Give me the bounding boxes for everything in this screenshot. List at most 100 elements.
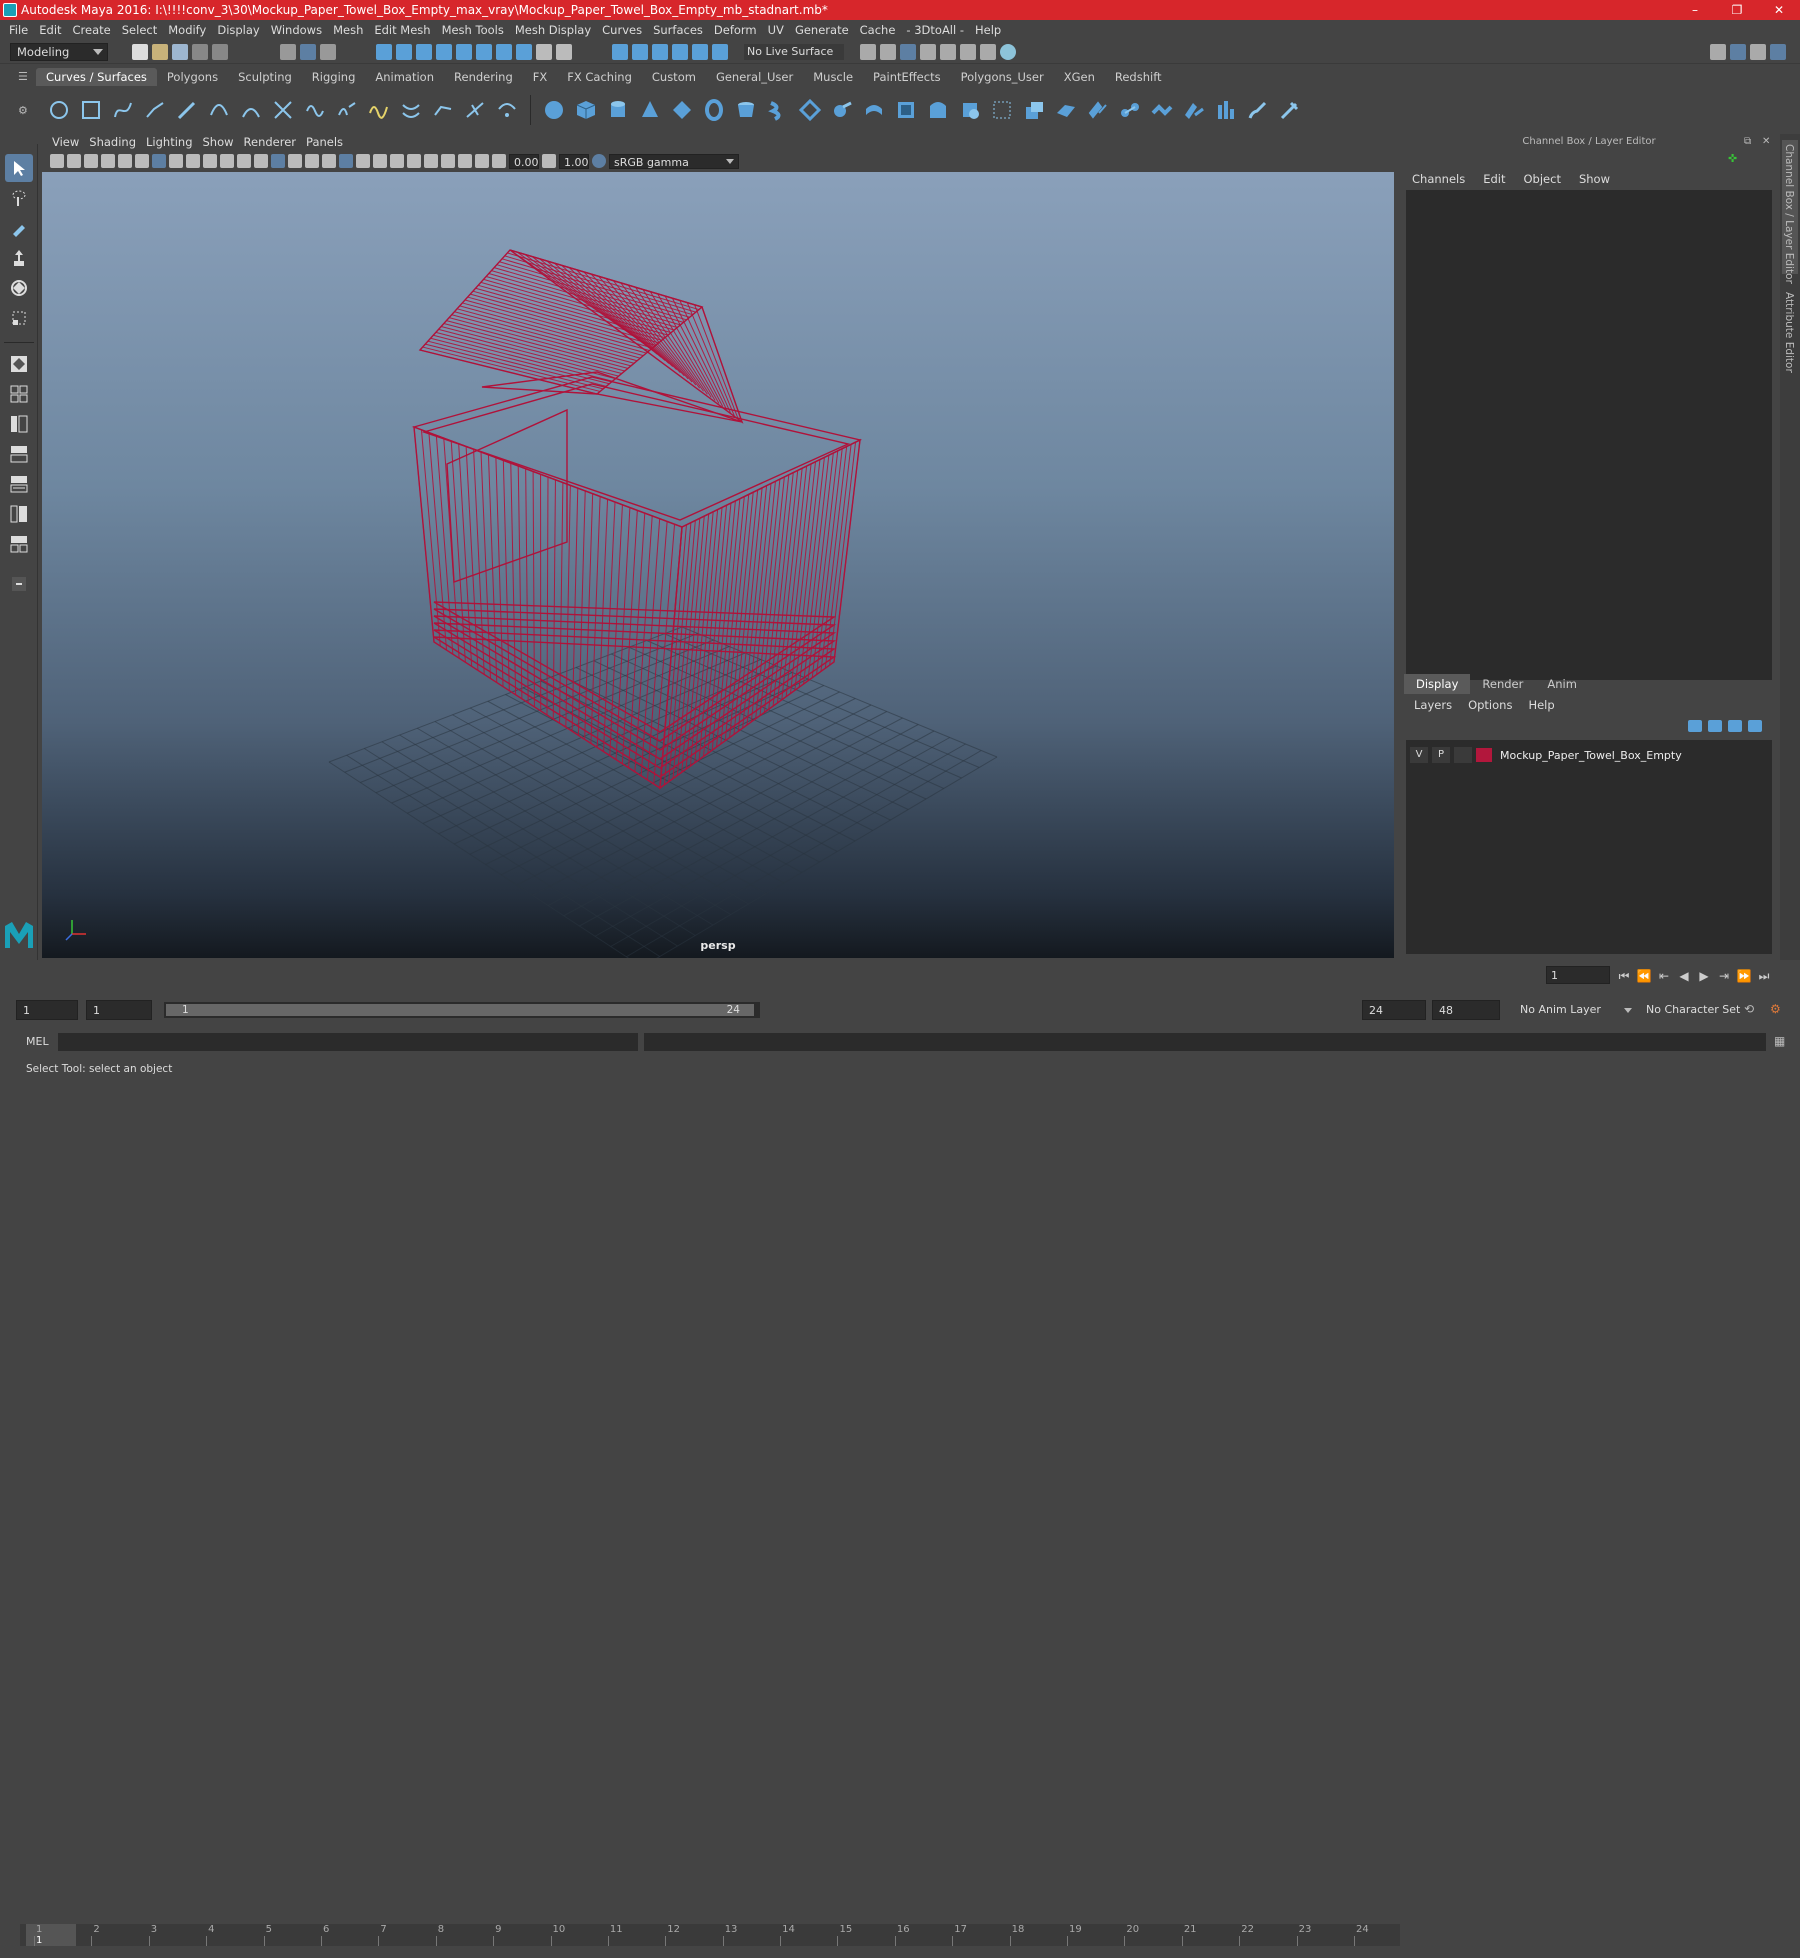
modeling-toolkit-icon[interactable] [1710, 44, 1726, 60]
anti-aliasing-icon[interactable] [407, 154, 421, 168]
go-to-start-icon[interactable]: ⏮ [1616, 968, 1632, 984]
revolve-icon[interactable] [733, 97, 759, 123]
shelf-tab-fx[interactable]: FX [523, 68, 558, 86]
minimize-button[interactable]: – [1674, 0, 1716, 20]
edit-menu[interactable]: Edit [1483, 172, 1505, 186]
side-tab-channel-box[interactable]: Channel Box / Layer Editor [1783, 144, 1795, 284]
new-layer-selected-icon[interactable] [1728, 720, 1742, 732]
command-input[interactable] [58, 1033, 638, 1051]
outliner-layout-icon[interactable] [5, 500, 33, 528]
undo-icon[interactable] [192, 44, 208, 60]
shelf-tab-custom[interactable]: Custom [642, 68, 706, 86]
time-slider[interactable]: 1 12345678910111213141516171819202122232… [20, 1924, 1400, 1946]
cv-curve-tool-icon[interactable] [110, 97, 136, 123]
play-backwards-icon[interactable]: ◀ [1676, 968, 1692, 984]
color-management-icon[interactable] [592, 154, 606, 168]
field-chart-icon[interactable] [220, 154, 234, 168]
project-curve-icon[interactable] [989, 97, 1015, 123]
snap-point-icon[interactable] [652, 44, 668, 60]
menu-windows[interactable]: Windows [268, 23, 330, 37]
show-menu[interactable]: Show [1579, 172, 1610, 186]
menu-mesh[interactable]: Mesh [330, 23, 371, 37]
nurbs-plane-icon[interactable] [669, 97, 695, 123]
exposure-field[interactable]: 0.00 [509, 154, 539, 169]
curve-intersect-icon[interactable] [270, 97, 296, 123]
redo-icon[interactable] [212, 44, 228, 60]
side-tab-attribute-editor[interactable]: Attribute Editor [1783, 292, 1795, 373]
two-d-pan-zoom-icon[interactable] [118, 154, 132, 168]
menu-file[interactable]: File [6, 23, 36, 37]
offset-curve-icon[interactable] [398, 97, 424, 123]
image-plane-icon[interactable] [101, 154, 115, 168]
range-slider-handle[interactable]: 1 24 [166, 1004, 754, 1016]
shelf-tab-rendering[interactable]: Rendering [444, 68, 523, 86]
camera-attributes-icon[interactable] [67, 154, 81, 168]
tab-anim[interactable]: Anim [1535, 674, 1589, 694]
layers-menu[interactable]: Layers [1414, 698, 1452, 712]
isolate-select-icon[interactable] [441, 154, 455, 168]
viewport-menu-shading[interactable]: Shading [87, 135, 144, 149]
shelf-tab-curves-surfaces[interactable]: Curves / Surfaces [36, 68, 157, 86]
four-view-layout-icon[interactable] [5, 380, 33, 408]
film-gate-icon[interactable] [169, 154, 183, 168]
menu-deform[interactable]: Deform [711, 23, 765, 37]
nurbs-square-icon[interactable] [78, 97, 104, 123]
persp-outliner-layout-icon[interactable] [5, 410, 33, 438]
attach-surfaces-icon[interactable] [1117, 97, 1143, 123]
tab-render[interactable]: Render [1470, 674, 1535, 694]
bookmark-icon[interactable] [84, 154, 98, 168]
shelf-tab-muscle[interactable]: Muscle [803, 68, 863, 86]
script-type-label[interactable]: MEL [26, 1035, 49, 1048]
menu-generate[interactable]: Generate [792, 23, 857, 37]
gamma-icon[interactable] [542, 154, 556, 168]
shelf-tab-polygons-user[interactable]: Polygons_User [951, 68, 1054, 86]
hypershade-icon[interactable] [940, 44, 956, 60]
float-panel-icon[interactable]: ⧉ [1744, 136, 1751, 147]
step-forward-frame-icon[interactable]: ⏩ [1736, 968, 1752, 984]
detach-curves-icon[interactable] [334, 97, 360, 123]
surface-editing-tool-icon[interactable] [1277, 97, 1303, 123]
animation-preferences-icon[interactable]: ⚙ [1770, 1002, 1781, 1016]
layer-name[interactable]: Mockup_Paper_Towel_Box_Empty [1500, 749, 1682, 762]
motion-blur-icon[interactable] [390, 154, 404, 168]
exposure-icon[interactable] [492, 154, 506, 168]
sculpt-geometry-tool-icon[interactable] [1245, 97, 1271, 123]
ambient-occlusion-icon[interactable] [373, 154, 387, 168]
single-perspective-layout-icon[interactable] [5, 350, 33, 378]
lock-icon[interactable] [536, 44, 552, 60]
go-to-end-icon[interactable]: ⏭ [1756, 968, 1772, 984]
nurbs-cone-icon[interactable] [637, 97, 663, 123]
mask-handles-icon[interactable] [376, 44, 392, 60]
shelf-tab-xgen[interactable]: XGen [1054, 68, 1105, 86]
anim-layer-dropdown[interactable]: No Anim Layer [1514, 1000, 1634, 1020]
extrude-icon[interactable] [829, 97, 855, 123]
rotate-tool-icon[interactable] [5, 274, 33, 302]
shelf-tab-fx-caching[interactable]: FX Caching [557, 68, 642, 86]
select-tool-icon[interactable] [5, 154, 33, 182]
select-by-hierarchy-icon[interactable] [280, 44, 296, 60]
menu-modify[interactable]: Modify [165, 23, 214, 37]
view-transform-dropdown[interactable]: sRGB gamma [609, 154, 739, 169]
select-camera-icon[interactable] [50, 154, 64, 168]
manipulator-icon[interactable]: ✜ [1728, 152, 1737, 165]
insert-knot-icon[interactable] [462, 97, 488, 123]
viewport-menu-show[interactable]: Show [201, 135, 242, 149]
menu-create[interactable]: Create [70, 23, 119, 37]
mask-deformations-icon[interactable] [456, 44, 472, 60]
rebuild-curve-icon[interactable] [366, 97, 392, 123]
viewport-menu-renderer[interactable]: Renderer [242, 135, 305, 149]
add-points-tool-icon[interactable] [494, 97, 520, 123]
mask-rendering-icon[interactable] [496, 44, 512, 60]
render-view-icon[interactable] [880, 44, 896, 60]
select-by-object-icon[interactable] [300, 44, 316, 60]
perspective-viewport[interactable]: persp [42, 172, 1394, 958]
shelf-tab-polygons[interactable]: Polygons [157, 68, 228, 86]
animation-end-field[interactable]: 48 [1432, 1000, 1500, 1020]
channel-box-toggle-icon[interactable] [1770, 44, 1786, 60]
safe-action-icon[interactable] [237, 154, 251, 168]
mask-dynamics-icon[interactable] [476, 44, 492, 60]
auto-key-icon[interactable]: ⟲ [1744, 1002, 1754, 1016]
menu-help[interactable]: Help [972, 23, 1009, 37]
menu-set-selector[interactable]: Modeling [10, 43, 108, 61]
nurbs-cylinder-icon[interactable] [605, 97, 631, 123]
